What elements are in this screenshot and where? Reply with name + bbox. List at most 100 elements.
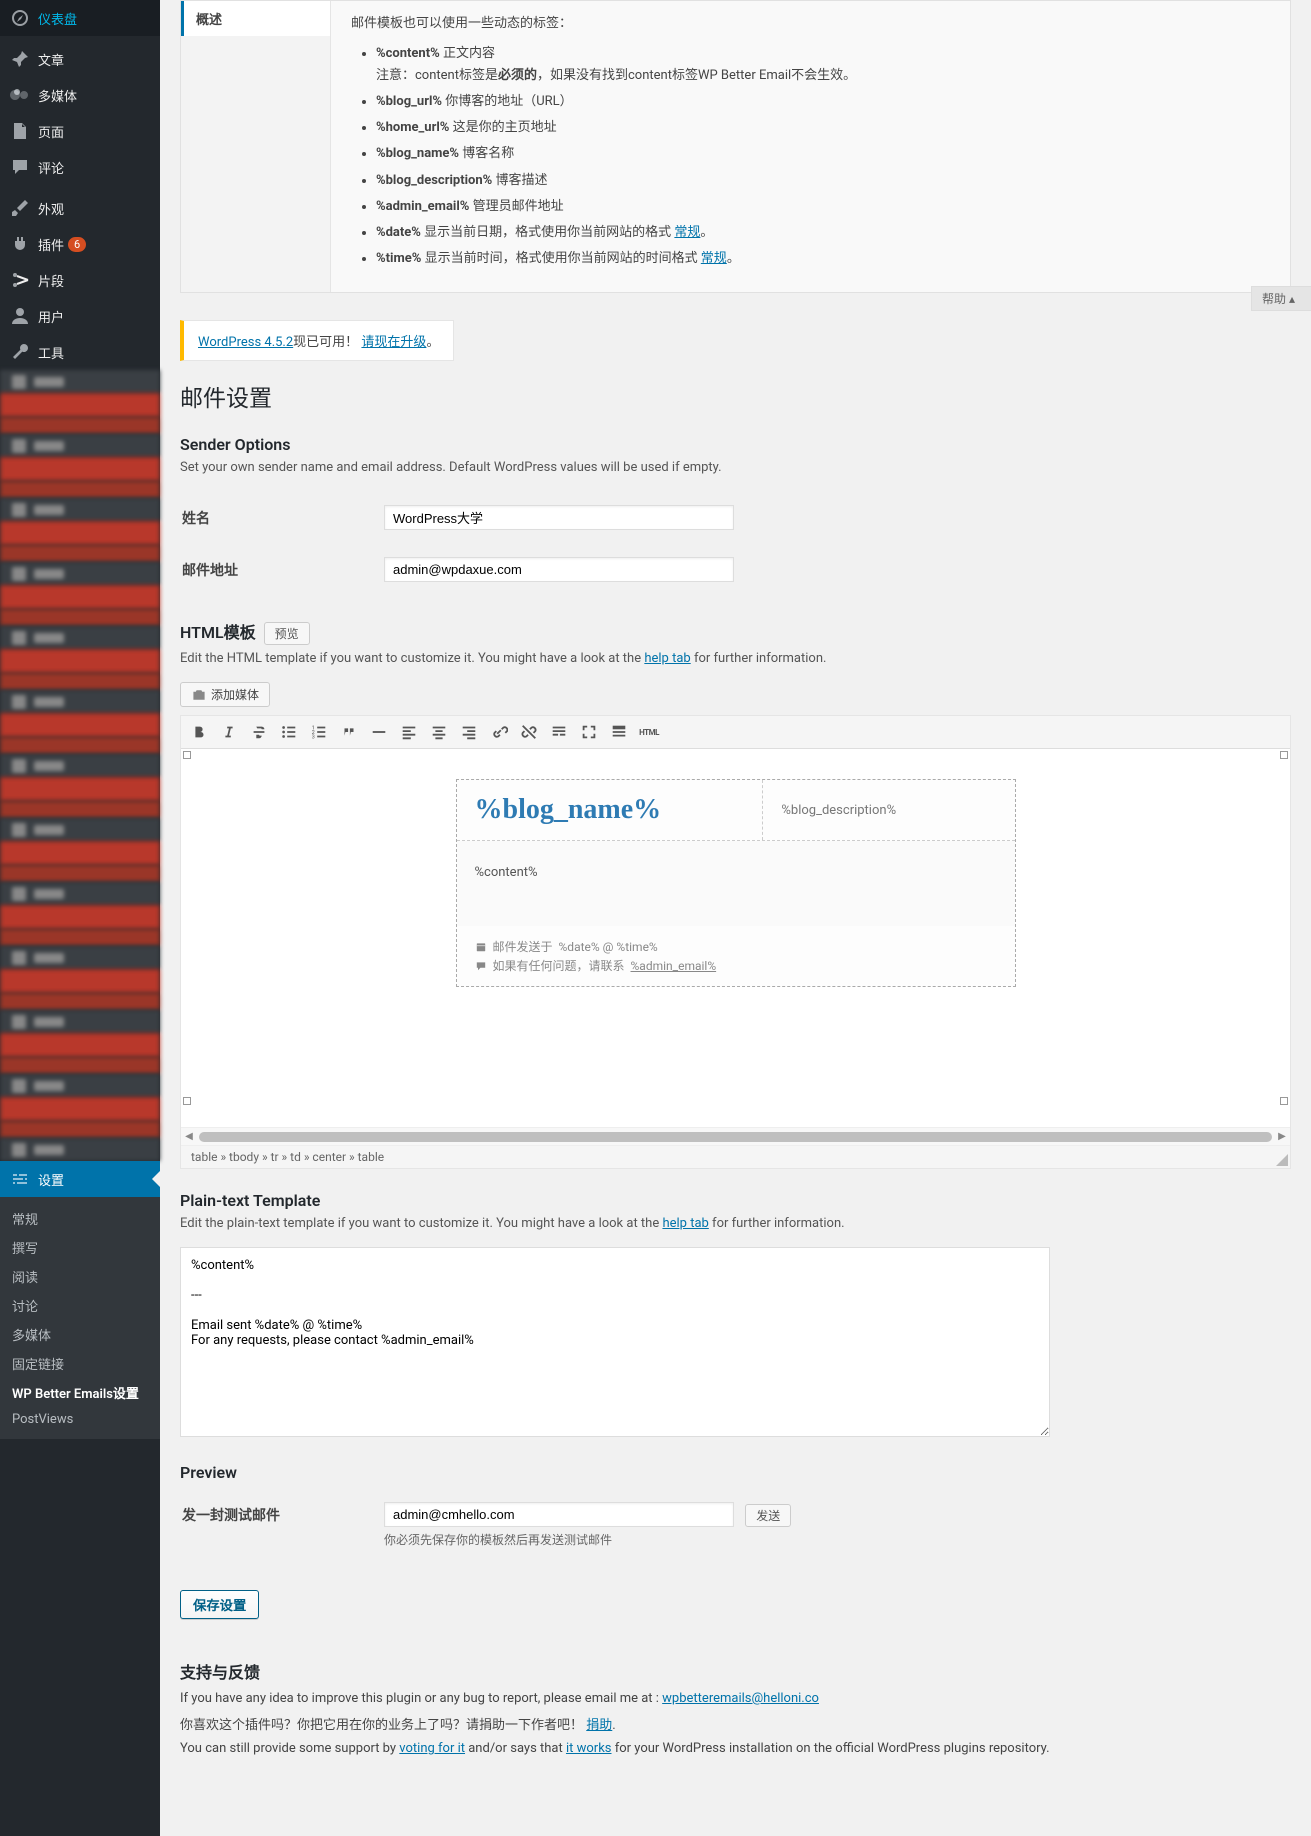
fullscreen-button[interactable] <box>575 719 603 745</box>
plugin-icon <box>10 234 30 254</box>
editor-scrollbar[interactable]: ◀▶ <box>181 1127 1290 1145</box>
help-toggle-button[interactable]: 帮助 ▴ <box>1251 286 1311 311</box>
help-tag-item: %blog_url% 你博客的地址（URL） <box>376 91 1270 113</box>
submenu-media[interactable]: 多媒体 <box>0 1320 160 1349</box>
submenu-wp-better-emails[interactable]: WP Better Emails设置 <box>0 1378 160 1407</box>
preview-footer-date: 邮件发送于 %date% @ %time% <box>475 938 997 955</box>
menu-snippets[interactable]: 片段 <box>0 262 160 298</box>
menu-plugins[interactable]: 插件6 <box>0 226 160 262</box>
blockquote-button[interactable] <box>335 719 363 745</box>
sender-email-input[interactable] <box>384 557 734 582</box>
sender-name-label: 姓名 <box>182 493 382 543</box>
help-tag-item: %content% 正文内容注意：content标签是必须的，如果没有找到con… <box>376 43 1270 87</box>
submenu-general[interactable]: 常规 <box>0 1204 160 1233</box>
vote-link[interactable]: voting for it <box>399 1741 465 1756</box>
plaintext-textarea[interactable] <box>180 1247 1050 1437</box>
menu-label: 设置 <box>38 1170 64 1189</box>
sender-email-label: 邮件地址 <box>182 545 382 595</box>
editor-canvas[interactable]: %blog_name% %blog_description% %content%… <box>181 749 1290 1127</box>
menu-comments[interactable]: 评论 <box>0 149 160 185</box>
calendar-icon <box>475 941 487 953</box>
link-button[interactable] <box>485 719 513 745</box>
bullet-list-button[interactable] <box>275 719 303 745</box>
test-email-note: 你必须先保存你的模板然后再发送测试邮件 <box>384 1531 1289 1548</box>
plaintext-desc: Edit the plain-text template if you want… <box>180 1216 1291 1231</box>
submenu-discussion[interactable]: 讨论 <box>0 1291 160 1320</box>
bold-button[interactable] <box>185 719 213 745</box>
preview-blog-desc: %blog_description% <box>763 780 1014 840</box>
author-email-link[interactable]: wpbetteremails@helloni.co <box>662 1691 819 1706</box>
sliders-icon <box>10 1169 30 1189</box>
html-template-heading: HTML模板预览 <box>180 619 1291 645</box>
feedback-heading: 支持与反馈 <box>180 1659 1291 1683</box>
menu-posts[interactable]: 文章 <box>0 41 160 77</box>
it-works-link[interactable]: it works <box>566 1741 612 1756</box>
test-email-input[interactable] <box>384 1502 734 1527</box>
align-right-button[interactable] <box>455 719 483 745</box>
send-test-button[interactable]: 发送 <box>745 1504 791 1527</box>
help-intro: 邮件模板也可以使用一些动态的标签： <box>351 13 1270 35</box>
editor-path: table » tbody » tr » td » center » table <box>181 1145 1290 1168</box>
donate-link[interactable]: 捐助 <box>586 1718 612 1733</box>
settings-submenu: 常规 撰写 阅读 讨论 多媒体 固定链接 WP Better Emails设置 … <box>0 1197 160 1439</box>
menu-dashboard[interactable]: 仪表盘 <box>0 0 160 36</box>
media-icon <box>10 85 30 105</box>
menu-users[interactable]: 用户 <box>0 298 160 334</box>
menu-appearance[interactable]: 外观 <box>0 190 160 226</box>
numbered-list-button[interactable]: 123 <box>305 719 333 745</box>
comment-icon <box>10 157 30 177</box>
menu-settings[interactable]: 设置 <box>0 1161 160 1197</box>
update-nag: WordPress 4.5.2现已可用！ 请现在升级。 <box>180 320 454 361</box>
test-email-label: 发一封测试邮件 <box>182 1490 382 1560</box>
menu-tools[interactable]: 工具 <box>0 334 160 370</box>
admin-sidebar: 仪表盘 文章 多媒体 页面 评论 外观 插件6 片段 用户 工具 设置 <box>0 0 160 1836</box>
preview-footer-contact: 如果有任何问题，请联系 %admin_email% <box>475 957 997 974</box>
admin-email-link[interactable]: %admin_email% <box>631 959 717 973</box>
help-tab-link[interactable]: help tab <box>644 651 690 666</box>
html-preview-button[interactable]: 预览 <box>264 622 310 645</box>
italic-button[interactable] <box>215 719 243 745</box>
toolbar-toggle-button[interactable] <box>605 719 633 745</box>
menu-label: 用户 <box>38 307 64 326</box>
scissors-icon <box>10 270 30 290</box>
upgrade-now-link[interactable]: 请现在升级 <box>361 335 426 350</box>
help-tag-item: %date% 显示当前日期，格式使用你当前网站的格式 常规。 <box>376 222 1270 244</box>
menu-label: 多媒体 <box>38 86 77 105</box>
menu-label: 片段 <box>38 271 64 290</box>
submenu-writing[interactable]: 撰写 <box>0 1233 160 1262</box>
help-tag-item: %admin_email% 管理员邮件地址 <box>376 196 1270 218</box>
camera-icon <box>191 687 207 703</box>
menu-label: 页面 <box>38 122 64 141</box>
submenu-permalinks[interactable]: 固定链接 <box>0 1349 160 1378</box>
save-settings-button[interactable]: 保存设置 <box>180 1590 259 1619</box>
help-tab-overview[interactable]: 概述 <box>181 1 330 36</box>
add-media-button[interactable]: 添加媒体 <box>180 682 270 707</box>
wordpress-version-link[interactable]: WordPress 4.5.2 <box>198 335 293 350</box>
submenu-postviews[interactable]: PostViews <box>0 1407 160 1432</box>
sender-options-desc: Set your own sender name and email addre… <box>180 460 1291 475</box>
submenu-reading[interactable]: 阅读 <box>0 1262 160 1291</box>
html-template-desc: Edit the HTML template if you want to cu… <box>180 651 1291 666</box>
menu-media[interactable]: 多媒体 <box>0 77 160 113</box>
menu-label: 文章 <box>38 50 64 69</box>
html-mode-button[interactable]: HTML <box>635 719 663 745</box>
hr-button[interactable] <box>365 719 393 745</box>
sender-name-input[interactable] <box>384 505 734 530</box>
contextual-help-panel: 概述 邮件模板也可以使用一些动态的标签： %content% 正文内容注意：co… <box>180 0 1291 293</box>
plugins-update-badge: 6 <box>68 237 86 252</box>
help-tag-item: %time% 显示当前时间，格式使用你当前网站的时间格式 常规。 <box>376 248 1270 270</box>
page-title: 邮件设置 <box>180 379 1291 413</box>
brush-icon <box>10 198 30 218</box>
align-center-button[interactable] <box>425 719 453 745</box>
menu-label: 外观 <box>38 199 64 218</box>
page-icon <box>10 121 30 141</box>
strikethrough-button[interactable] <box>245 719 273 745</box>
more-button[interactable] <box>545 719 573 745</box>
feedback-line-2: 你喜欢这个插件吗？你把它用在你的业务上了吗？请捐助一下作者吧！ 捐助. <box>180 1714 1291 1733</box>
unlink-button[interactable] <box>515 719 543 745</box>
align-left-button[interactable] <box>395 719 423 745</box>
feedback-line-3: You can still provide some support by vo… <box>180 1741 1291 1756</box>
plaintext-help-link[interactable]: help tab <box>662 1216 708 1231</box>
menu-pages[interactable]: 页面 <box>0 113 160 149</box>
feedback-line-1: If you have any idea to improve this plu… <box>180 1691 1291 1706</box>
